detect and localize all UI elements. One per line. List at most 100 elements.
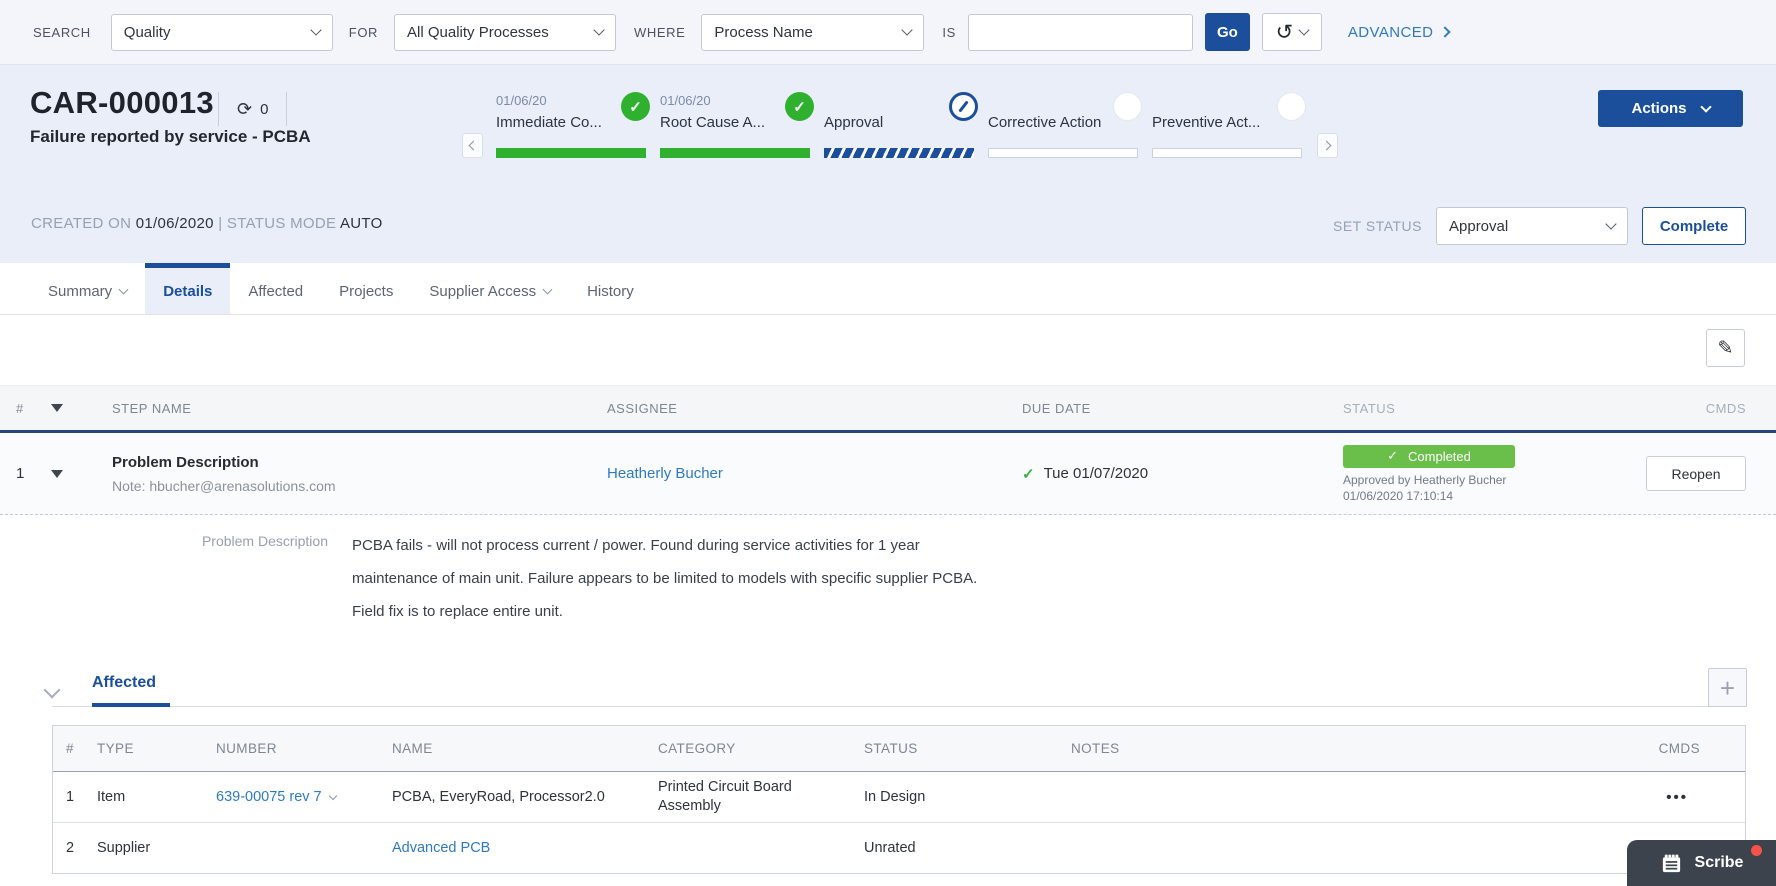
chevron-right-icon [1439,26,1452,38]
row-name: PCBA, EveryRoad, Processor2.0 [392,789,605,805]
step-progress-bar [496,148,646,158]
tab-label: Projects [339,282,394,300]
advanced-search-link[interactable]: ADVANCED [1347,23,1452,41]
tab-supplier-access[interactable]: Supplier Access [411,263,569,314]
step-progress-bar [824,148,974,158]
set-status-label: SET STATUS [1332,218,1422,234]
field-select[interactable]: Process Name [701,13,925,51]
chevron-left-icon [468,140,479,151]
tab-details[interactable]: Details [145,263,231,314]
affected-section-header: Affected + [0,652,1776,707]
steps-table-header: # STEP NAME ASSIGNEE DUE DATE STATUS CMD… [0,385,1776,433]
col-cmds: CMDS [1658,741,1700,756]
scribe-widget[interactable]: Scribe [1627,840,1776,886]
step-pending-icon [1277,92,1306,121]
row-category: Printed Circuit Board Assembly [658,779,792,814]
search-type-select[interactable]: Quality [110,13,333,51]
affected-row: 1 Item 639-00075 rev 7 PCBA, EveryRoad, … [53,772,1745,823]
step-label: Root Cause A... [660,114,766,131]
step-info: 01/06/20 Immediate Co... ✓ [496,92,650,143]
add-affected-button[interactable]: + [1708,668,1747,707]
tab-summary[interactable]: Summary [30,263,145,314]
record-header: CAR-000013 ⟳ 0 Failure reported by servi… [0,65,1776,263]
workflow-step[interactable]: 01/06/20 Immediate Co... ✓ [496,92,650,158]
tab-history[interactable]: History [569,263,652,314]
details-toolbar: ✎ [0,315,1776,385]
more-options-icon[interactable]: ••• [1666,789,1700,806]
search-query-input[interactable] [967,13,1193,51]
record-title: Failure reported by service - PCBA [30,127,311,146]
col-num: # [16,400,24,416]
workflow-step[interactable]: Approval [824,92,978,158]
step-label: Corrective Action [988,114,1102,131]
step-name-cell: Problem Description Note: hbucher@arenas… [112,454,607,494]
actions-button[interactable]: Actions [1598,90,1743,127]
col-notes: NOTES [1071,741,1120,756]
detail-field-value: PCBA fails - will not process current / … [352,537,978,620]
sort-caret-icon[interactable] [51,404,63,412]
field-value: Process Name [714,23,813,41]
item-number-cell: 639-00075 rev 7 [216,789,392,805]
search-history-button[interactable]: ↺ [1261,13,1322,51]
step-name: Problem Description [112,453,259,471]
workflow-step[interactable]: Preventive Act... [1152,92,1306,158]
set-status-select[interactable]: Approval [1436,207,1628,245]
affected-table-header: # TYPE NUMBER NAME CATEGORY STATUS NOTES… [53,726,1745,772]
workflow-step[interactable]: Corrective Action [988,92,1142,158]
meta-divider: | [218,215,223,232]
notification-dot [1751,845,1762,856]
stepper-scroll-left-button[interactable] [462,133,483,158]
is-label: IS [942,24,956,40]
plus-icon: + [1719,672,1736,703]
record-meta-line: CREATED ON 01/06/2020 | STATUS MODE AUTO [31,215,383,232]
chevron-down-icon[interactable] [328,791,337,800]
check-icon: ✓ [1022,465,1035,483]
workflow-step[interactable]: 01/06/20 Root Cause A... ✓ [660,92,814,158]
tab-projects[interactable]: Projects [321,263,411,314]
status-badge: ✓ Completed [1343,444,1515,468]
workflow-stepper: 01/06/20 Immediate Co... ✓ 01/06/20 Root… [462,92,1338,158]
step-row-number: 1 [16,465,25,482]
advanced-label: ADVANCED [1347,23,1434,41]
assignee-link[interactable]: Heatherly Bucher [607,465,1022,482]
scribe-logo-icon [1662,853,1680,872]
chevron-down-icon [1605,218,1617,230]
chevron-down-icon [901,24,914,36]
edit-button[interactable]: ✎ [1706,329,1745,367]
chevron-right-icon [1321,140,1332,151]
tab-label: Details [163,282,213,300]
stepper-scroll-right-button[interactable] [1317,133,1338,158]
col-due-date: DUE DATE [1022,400,1091,416]
approved-by: Approved by Heatherly Bucher [1343,472,1507,487]
status-cell: ✓ Completed Approved by Heatherly Bucher… [1343,444,1640,503]
actions-label: Actions [1631,100,1687,117]
supplier-name-link[interactable]: Advanced PCB [392,840,658,856]
item-number-link[interactable]: 639-00075 rev 7 [216,789,322,805]
where-label: WHERE [634,24,686,40]
clock-hand [958,100,969,113]
created-on-label: CREATED ON [31,215,132,232]
status-mode-value: AUTO [339,215,383,232]
col-cmds: CMDS [1705,400,1746,416]
expand-caret-icon[interactable] [51,469,63,478]
reopen-button[interactable]: Reopen [1646,456,1746,491]
record-number: CAR-000013 [30,85,214,120]
step-label: Approval [824,114,884,131]
step-progress-bar [1152,148,1302,158]
tab-affected[interactable]: Affected [230,263,321,314]
search-label: SEARCH [33,24,91,40]
complete-button[interactable]: Complete [1642,207,1746,245]
col-category: CATEGORY [658,741,736,756]
revisions-icon: ⟳ [237,98,253,119]
affected-section-title[interactable]: Affected [92,674,171,707]
step-label: Immediate Co... [496,114,602,131]
pencil-icon: ✎ [1717,337,1734,359]
due-date-cell: ✓ Tue 01/07/2020 [1022,465,1343,483]
process-scope-select[interactable]: All Quality Processes [394,13,617,51]
tab-label: Summary [48,282,113,300]
col-step-name: STEP NAME [112,400,192,416]
affected-title-row: Affected [52,674,1746,707]
go-button[interactable]: Go [1204,13,1250,51]
revisions-control[interactable]: ⟳ 0 [218,92,288,126]
scribe-label: Scribe [1694,854,1744,871]
